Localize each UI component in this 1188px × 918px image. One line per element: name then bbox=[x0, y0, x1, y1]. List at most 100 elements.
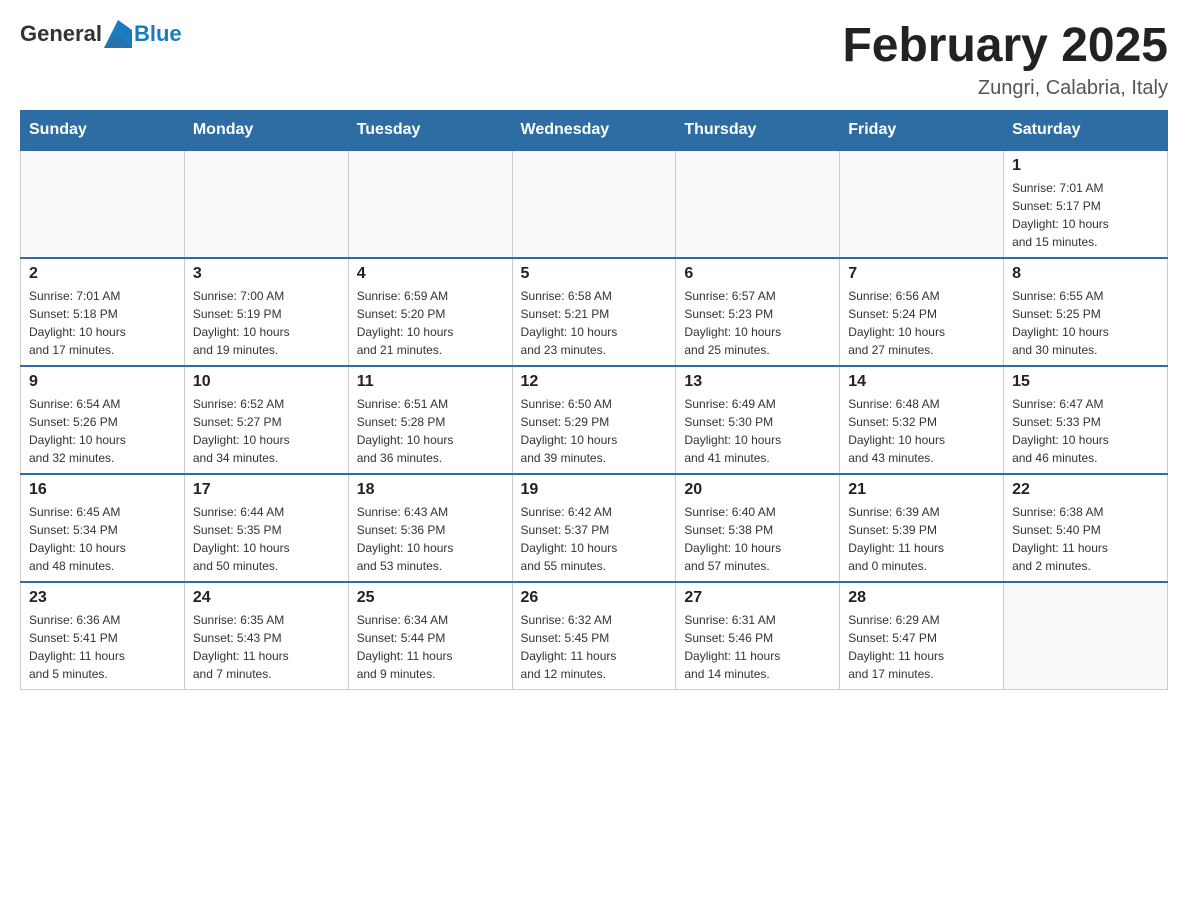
calendar-cell: 22 Sunrise: 6:38 AM Sunset: 5:40 PM Dayli… bbox=[1004, 474, 1168, 582]
day-number: 14 bbox=[848, 373, 995, 391]
day-number: 6 bbox=[684, 265, 831, 283]
day-info: Sunrise: 6:50 AM Sunset: 5:29 PM Dayligh… bbox=[521, 395, 668, 467]
calendar-cell bbox=[184, 150, 348, 258]
weekday-header-sunday: Sunday bbox=[21, 110, 185, 150]
day-info: Sunrise: 7:00 AM Sunset: 5:19 PM Dayligh… bbox=[193, 287, 340, 359]
day-info: Sunrise: 6:45 AM Sunset: 5:34 PM Dayligh… bbox=[29, 503, 176, 575]
calendar-cell: 27 Sunrise: 6:31 AM Sunset: 5:46 PM Dayli… bbox=[676, 582, 840, 690]
day-info: Sunrise: 6:29 AM Sunset: 5:47 PM Dayligh… bbox=[848, 611, 995, 683]
title-block: February 2025 Zungri, Calabria, Italy bbox=[842, 20, 1168, 100]
calendar-cell: 15 Sunrise: 6:47 AM Sunset: 5:33 PM Dayli… bbox=[1004, 366, 1168, 474]
weekday-header-saturday: Saturday bbox=[1004, 110, 1168, 150]
day-number: 10 bbox=[193, 373, 340, 391]
week-row-4: 16Sunrise: 6:45 AM Sunset: 5:34 PM Dayli… bbox=[21, 474, 1168, 582]
day-number: 26 bbox=[521, 589, 668, 607]
weekday-header-tuesday: Tuesday bbox=[348, 110, 512, 150]
calendar-cell: 3 Sunrise: 7:00 AM Sunset: 5:19 PM Daylig… bbox=[184, 258, 348, 366]
calendar-cell: 19 Sunrise: 6:42 AM Sunset: 5:37 PM Dayli… bbox=[512, 474, 676, 582]
logo-icon bbox=[104, 20, 132, 48]
day-info: Sunrise: 6:47 AM Sunset: 5:33 PM Dayligh… bbox=[1012, 395, 1159, 467]
day-number: 1 bbox=[1012, 157, 1159, 175]
calendar-cell: 13 Sunrise: 6:49 AM Sunset: 5:30 PM Dayli… bbox=[676, 366, 840, 474]
day-number: 19 bbox=[521, 481, 668, 499]
day-info: Sunrise: 6:34 AM Sunset: 5:44 PM Dayligh… bbox=[357, 611, 504, 683]
day-number: 18 bbox=[357, 481, 504, 499]
day-info: Sunrise: 6:43 AM Sunset: 5:36 PM Dayligh… bbox=[357, 503, 504, 575]
logo: General Blue bbox=[20, 20, 182, 48]
calendar-cell: 12 Sunrise: 6:50 AM Sunset: 5:29 PM Dayli… bbox=[512, 366, 676, 474]
weekday-header-wednesday: Wednesday bbox=[512, 110, 676, 150]
calendar-cell bbox=[348, 150, 512, 258]
calendar-cell: 26Sunrise: 6:32 AM Sunset: 5:45 PM Dayli… bbox=[512, 582, 676, 690]
logo-blue-text: Blue bbox=[134, 21, 182, 47]
day-info: Sunrise: 6:52 AM Sunset: 5:27 PM Dayligh… bbox=[193, 395, 340, 467]
day-number: 2 bbox=[29, 265, 176, 283]
day-info: Sunrise: 6:56 AM Sunset: 5:24 PM Dayligh… bbox=[848, 287, 995, 359]
day-number: 21 bbox=[848, 481, 995, 499]
day-info: Sunrise: 6:31 AM Sunset: 5:46 PM Dayligh… bbox=[684, 611, 831, 683]
calendar-cell: 18 Sunrise: 6:43 AM Sunset: 5:36 PM Dayli… bbox=[348, 474, 512, 582]
day-info: Sunrise: 6:42 AM Sunset: 5:37 PM Dayligh… bbox=[521, 503, 668, 575]
calendar-cell bbox=[512, 150, 676, 258]
day-info: Sunrise: 7:01 AM Sunset: 5:18 PM Dayligh… bbox=[29, 287, 176, 359]
location-text: Zungri, Calabria, Italy bbox=[842, 77, 1168, 100]
calendar-cell: 11Sunrise: 6:51 AM Sunset: 5:28 PM Dayli… bbox=[348, 366, 512, 474]
day-info: Sunrise: 6:55 AM Sunset: 5:25 PM Dayligh… bbox=[1012, 287, 1159, 359]
calendar-cell: 6 Sunrise: 6:57 AM Sunset: 5:23 PM Daylig… bbox=[676, 258, 840, 366]
day-number: 24 bbox=[193, 589, 340, 607]
day-info: Sunrise: 6:54 AM Sunset: 5:26 PM Dayligh… bbox=[29, 395, 176, 467]
calendar-cell bbox=[21, 150, 185, 258]
day-info: Sunrise: 6:48 AM Sunset: 5:32 PM Dayligh… bbox=[848, 395, 995, 467]
day-number: 23 bbox=[29, 589, 176, 607]
day-info: Sunrise: 6:36 AM Sunset: 5:41 PM Dayligh… bbox=[29, 611, 176, 683]
calendar-cell: 10 Sunrise: 6:52 AM Sunset: 5:27 PM Dayli… bbox=[184, 366, 348, 474]
day-info: Sunrise: 6:57 AM Sunset: 5:23 PM Dayligh… bbox=[684, 287, 831, 359]
calendar-cell bbox=[676, 150, 840, 258]
day-number: 20 bbox=[684, 481, 831, 499]
calendar-cell: 1 Sunrise: 7:01 AM Sunset: 5:17 PM Daylig… bbox=[1004, 150, 1168, 258]
calendar-cell bbox=[840, 150, 1004, 258]
calendar-cell: 16Sunrise: 6:45 AM Sunset: 5:34 PM Dayli… bbox=[21, 474, 185, 582]
day-number: 3 bbox=[193, 265, 340, 283]
day-number: 4 bbox=[357, 265, 504, 283]
weekday-header-thursday: Thursday bbox=[676, 110, 840, 150]
calendar-cell: 4 Sunrise: 6:59 AM Sunset: 5:20 PM Daylig… bbox=[348, 258, 512, 366]
day-number: 8 bbox=[1012, 265, 1159, 283]
month-title: February 2025 bbox=[842, 20, 1168, 73]
day-number: 28 bbox=[848, 589, 995, 607]
calendar-cell: 5Sunrise: 6:58 AM Sunset: 5:21 PM Daylig… bbox=[512, 258, 676, 366]
page-header: General Blue February 2025 Zungri, Calab… bbox=[20, 20, 1168, 100]
day-info: Sunrise: 6:39 AM Sunset: 5:39 PM Dayligh… bbox=[848, 503, 995, 575]
calendar-cell: 21 Sunrise: 6:39 AM Sunset: 5:39 PM Dayli… bbox=[840, 474, 1004, 582]
day-info: Sunrise: 7:01 AM Sunset: 5:17 PM Dayligh… bbox=[1012, 179, 1159, 251]
calendar-cell: 20Sunrise: 6:40 AM Sunset: 5:38 PM Dayli… bbox=[676, 474, 840, 582]
day-number: 27 bbox=[684, 589, 831, 607]
day-number: 9 bbox=[29, 373, 176, 391]
calendar-cell: 14 Sunrise: 6:48 AM Sunset: 5:32 PM Dayli… bbox=[840, 366, 1004, 474]
day-number: 13 bbox=[684, 373, 831, 391]
day-number: 12 bbox=[521, 373, 668, 391]
day-number: 25 bbox=[357, 589, 504, 607]
day-number: 22 bbox=[1012, 481, 1159, 499]
calendar-cell: 7 Sunrise: 6:56 AM Sunset: 5:24 PM Daylig… bbox=[840, 258, 1004, 366]
day-number: 11 bbox=[357, 373, 504, 391]
weekday-header-row: SundayMondayTuesdayWednesdayThursdayFrid… bbox=[21, 110, 1168, 150]
calendar-cell: 2 Sunrise: 7:01 AM Sunset: 5:18 PM Daylig… bbox=[21, 258, 185, 366]
calendar-cell: 8 Sunrise: 6:55 AM Sunset: 5:25 PM Daylig… bbox=[1004, 258, 1168, 366]
calendar-cell: 23 Sunrise: 6:36 AM Sunset: 5:41 PM Dayli… bbox=[21, 582, 185, 690]
calendar-cell: 24 Sunrise: 6:35 AM Sunset: 5:43 PM Dayli… bbox=[184, 582, 348, 690]
day-info: Sunrise: 6:44 AM Sunset: 5:35 PM Dayligh… bbox=[193, 503, 340, 575]
day-number: 17 bbox=[193, 481, 340, 499]
calendar-cell: 28 Sunrise: 6:29 AM Sunset: 5:47 PM Dayli… bbox=[840, 582, 1004, 690]
week-row-1: 1 Sunrise: 7:01 AM Sunset: 5:17 PM Daylig… bbox=[21, 150, 1168, 258]
day-number: 15 bbox=[1012, 373, 1159, 391]
week-row-2: 2 Sunrise: 7:01 AM Sunset: 5:18 PM Daylig… bbox=[21, 258, 1168, 366]
day-info: Sunrise: 6:38 AM Sunset: 5:40 PM Dayligh… bbox=[1012, 503, 1159, 575]
weekday-header-monday: Monday bbox=[184, 110, 348, 150]
day-info: Sunrise: 6:35 AM Sunset: 5:43 PM Dayligh… bbox=[193, 611, 340, 683]
day-info: Sunrise: 6:58 AM Sunset: 5:21 PM Dayligh… bbox=[521, 287, 668, 359]
day-info: Sunrise: 6:49 AM Sunset: 5:30 PM Dayligh… bbox=[684, 395, 831, 467]
calendar-cell: 9 Sunrise: 6:54 AM Sunset: 5:26 PM Daylig… bbox=[21, 366, 185, 474]
day-info: Sunrise: 6:59 AM Sunset: 5:20 PM Dayligh… bbox=[357, 287, 504, 359]
day-number: 7 bbox=[848, 265, 995, 283]
